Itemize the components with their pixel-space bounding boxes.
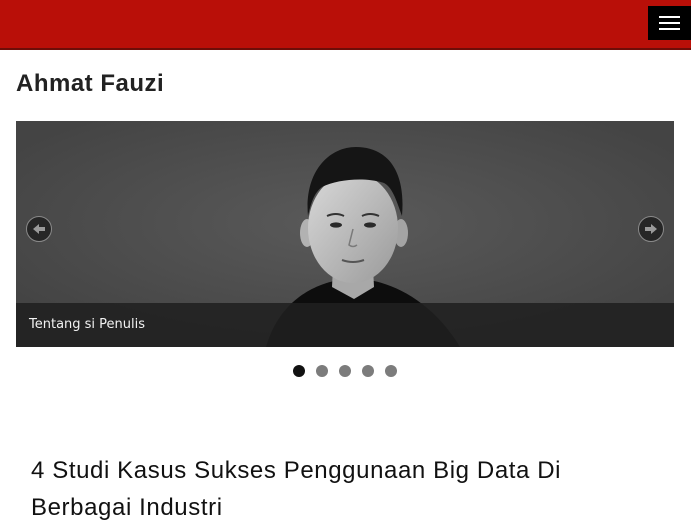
- slider-prev-button[interactable]: [26, 216, 52, 242]
- arrow-left-icon: [33, 224, 45, 234]
- slider-dot-1[interactable]: [293, 365, 305, 377]
- arrow-right-icon: [645, 224, 657, 234]
- menu-toggle-button[interactable]: [648, 6, 691, 40]
- slider-dot-3[interactable]: [339, 365, 351, 377]
- slider-dot-4[interactable]: [362, 365, 374, 377]
- slider-next-button[interactable]: [638, 216, 664, 242]
- slider-dot-5[interactable]: [385, 365, 397, 377]
- slide-caption: Tentang si Penulis: [16, 303, 674, 347]
- slide-caption-text[interactable]: Tentang si Penulis: [29, 317, 145, 332]
- slider-dot-2[interactable]: [316, 365, 328, 377]
- site-header: [0, 0, 691, 50]
- site-title[interactable]: Ahmat Fauzi: [16, 70, 164, 98]
- image-slider: Tentang si Penulis: [16, 121, 674, 347]
